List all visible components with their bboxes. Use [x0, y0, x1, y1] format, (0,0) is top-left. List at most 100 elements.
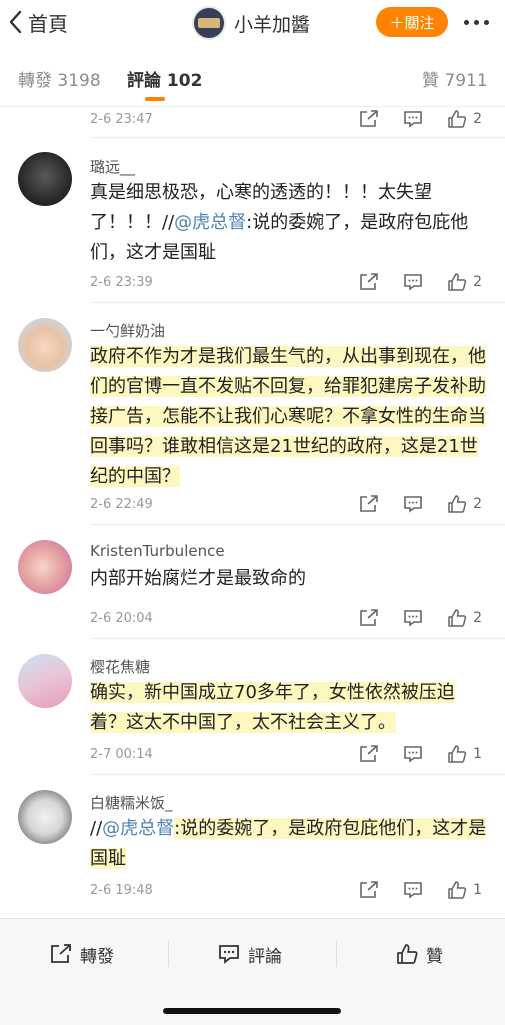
share-icon	[360, 495, 378, 512]
comment-text: 真是细思极恐，心寒的透透的！！！太失望了！！！//@虎总督:说的委婉了，是政府包…	[90, 178, 490, 268]
thumbs-up-icon	[448, 609, 467, 627]
like-count: 2	[473, 610, 482, 626]
repost-button[interactable]	[359, 110, 379, 128]
mention-link[interactable]: @虎总督	[174, 212, 246, 233]
comment-text: 确实，新中国成立70多年了，女性依然被压迫着？这太不中国了，太不社会主义了。	[90, 678, 490, 738]
more-dot-icon	[473, 19, 479, 25]
mention-link[interactable]: @虎总督	[102, 818, 174, 839]
repost-button[interactable]	[359, 273, 379, 291]
reply-button[interactable]	[403, 609, 423, 627]
reply-button[interactable]	[403, 495, 423, 513]
like-button[interactable]: 1	[447, 745, 482, 763]
comment-text: //@虎总督:说的委婉了，是政府包庇他们，这才是国耻	[90, 814, 490, 874]
share-icon	[360, 110, 378, 127]
thumbs-up-icon	[448, 495, 467, 513]
thumbs-up-icon	[448, 273, 467, 291]
divider	[90, 302, 505, 303]
repost-button[interactable]	[359, 495, 379, 513]
like-count: 2	[473, 274, 482, 290]
like-button[interactable]: 1	[447, 881, 482, 899]
divider	[168, 941, 169, 967]
like-count: 1	[473, 882, 482, 898]
avatar[interactable]	[18, 540, 72, 594]
comment-text: 政府不作为才是我们最生气的，从出事到现在，他们的官博一直不发贴不回复，给罪犯建房…	[90, 342, 490, 492]
comment-icon	[404, 496, 422, 513]
tab-comments[interactable]: 評論 102	[127, 66, 202, 91]
divider	[90, 524, 505, 525]
avatar[interactable]	[192, 6, 226, 40]
comment-author[interactable]: 白糖糯米饭_	[90, 792, 173, 813]
comment-icon	[404, 610, 422, 627]
like-label: 贊	[426, 946, 443, 967]
comment-time: 2-6 23:39	[90, 274, 153, 290]
reply-button[interactable]	[403, 745, 423, 763]
avatar[interactable]	[18, 654, 72, 708]
comment-icon	[404, 746, 422, 763]
comment-icon	[404, 274, 422, 291]
comment-icon	[219, 945, 239, 964]
avatar[interactable]	[18, 790, 72, 844]
comment-author[interactable]: KristenTurbulence	[90, 542, 225, 560]
follow-button[interactable]: ＋關注	[376, 7, 448, 37]
comment-author[interactable]: 樱花焦糖	[90, 656, 150, 677]
comment-meta: 2-6 20:04 2	[90, 606, 490, 630]
comment-text-prefix: //	[90, 818, 103, 839]
comment-author[interactable]: 一勺鲜奶油	[90, 320, 165, 341]
comment-meta: 2-6 23:47 2	[90, 107, 490, 131]
like-button[interactable]: 2	[447, 110, 482, 128]
divider	[90, 774, 505, 775]
comment-meta: 2-6 23:39 2	[90, 270, 490, 294]
thumbs-up-icon	[448, 110, 467, 128]
like-count: 2	[473, 496, 482, 512]
divider	[90, 137, 505, 138]
like-button[interactable]: 2	[447, 495, 482, 513]
comment-text-body: 确实，新中国成立70多年了，女性依然被压迫着？这太不中国了，太不社会主义了。	[90, 682, 455, 733]
top-navigation-bar: 首頁 小羊加醬 ＋關注	[0, 0, 505, 44]
comment-time: 2-6 20:04	[90, 610, 153, 626]
like-button[interactable]: 2	[447, 273, 482, 291]
comment-icon	[404, 111, 422, 128]
repost-button[interactable]	[359, 881, 379, 899]
thumbs-up-icon	[397, 944, 418, 964]
share-icon	[360, 881, 378, 898]
back-label: 首頁	[28, 11, 68, 36]
comment-meta: 2-7 00:14 1	[90, 742, 490, 766]
tab-bar: 轉發 3198 評論 102 贊 7911	[0, 56, 505, 102]
reply-button[interactable]	[403, 273, 423, 291]
repost-button[interactable]	[359, 745, 379, 763]
tab-likes[interactable]: 贊 7911	[422, 66, 488, 91]
thumbs-up-icon	[448, 881, 467, 899]
repost-button[interactable]	[359, 609, 379, 627]
profile-title[interactable]: 小羊加醬	[192, 6, 310, 40]
comment-action-button[interactable]: 評論	[218, 941, 282, 967]
back-button[interactable]: 首頁	[8, 8, 68, 36]
like-button[interactable]: 2	[447, 609, 482, 627]
reply-button[interactable]	[403, 110, 423, 128]
avatar[interactable]	[18, 318, 72, 372]
like-count: 1	[473, 746, 482, 762]
thumbs-up-icon	[448, 745, 467, 763]
comment-time: 2-6 23:47	[90, 111, 153, 127]
comment-meta: 2-6 22:49 2	[90, 492, 490, 516]
repost-label: 轉發	[80, 946, 114, 967]
repost-action-button[interactable]: 轉發	[50, 941, 114, 967]
share-icon	[360, 609, 378, 626]
comment-meta: 2-6 19:48 1	[90, 878, 490, 902]
tab-active-indicator	[145, 97, 165, 101]
comment-label: 評論	[248, 946, 282, 967]
comment-time: 2-6 19:48	[90, 882, 153, 898]
avatar[interactable]	[18, 152, 72, 206]
comment-text: 内部开始腐烂才是最致命的	[90, 564, 490, 594]
comment-text-body: 内部开始腐烂才是最致命的	[90, 568, 306, 589]
like-action-button[interactable]: 贊	[396, 941, 443, 967]
comment-author[interactable]: 璐远__	[90, 156, 135, 177]
comment-time: 2-7 00:14	[90, 746, 153, 762]
more-options-button[interactable]	[456, 8, 496, 36]
reply-button[interactable]	[403, 881, 423, 899]
page-title: 小羊加醬	[234, 13, 311, 36]
divider	[336, 941, 337, 967]
share-icon	[360, 273, 378, 290]
more-dot-icon	[463, 19, 469, 25]
tab-reposts[interactable]: 轉發 3198	[18, 66, 101, 91]
divider	[90, 638, 505, 639]
